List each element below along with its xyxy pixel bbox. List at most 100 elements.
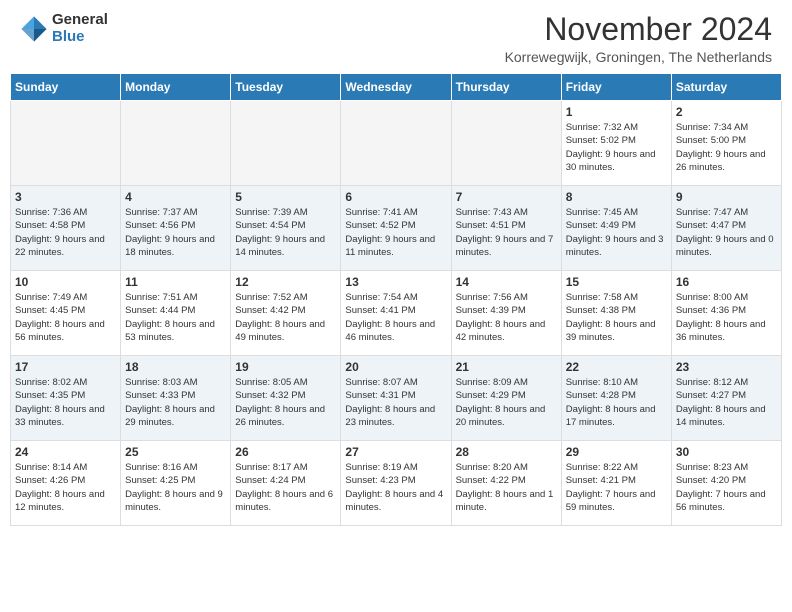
day-info: Sunrise: 7:47 AMSunset: 4:47 PMDaylight:… xyxy=(676,206,777,259)
calendar-cell: 8 Sunrise: 7:45 AMSunset: 4:49 PMDaylight… xyxy=(561,186,671,271)
day-number: 12 xyxy=(235,275,336,289)
calendar-cell: 19 Sunrise: 8:05 AMSunset: 4:32 PMDayligh… xyxy=(231,356,341,441)
calendar-cell: 6 Sunrise: 7:41 AMSunset: 4:52 PMDaylight… xyxy=(341,186,451,271)
day-number: 20 xyxy=(345,360,446,374)
day-info: Sunrise: 7:51 AMSunset: 4:44 PMDaylight:… xyxy=(125,291,226,344)
calendar-cell: 13 Sunrise: 7:54 AMSunset: 4:41 PMDayligh… xyxy=(341,271,451,356)
day-number: 15 xyxy=(566,275,667,289)
day-number: 9 xyxy=(676,190,777,204)
calendar-cell: 29Sunrise: 8:22 AMSunset: 4:21 PMDayligh… xyxy=(561,441,671,526)
logo-text: General Blue xyxy=(52,12,108,45)
day-info: Sunrise: 8:03 AMSunset: 4:33 PMDaylight:… xyxy=(125,376,226,429)
title-block: November 2024 Korrewegwijk, Groningen, T… xyxy=(505,12,772,65)
day-info: Sunrise: 7:58 AMSunset: 4:38 PMDaylight:… xyxy=(566,291,667,344)
day-info: Sunrise: 7:52 AMSunset: 4:42 PMDaylight:… xyxy=(235,291,336,344)
weekday-header-monday: Monday xyxy=(121,74,231,101)
day-info: Sunrise: 8:00 AMSunset: 4:36 PMDaylight:… xyxy=(676,291,777,344)
calendar-cell: 11 Sunrise: 7:51 AMSunset: 4:44 PMDayligh… xyxy=(121,271,231,356)
day-info: Sunrise: 7:32 AMSunset: 5:02 PMDaylight:… xyxy=(566,121,667,174)
calendar-cell xyxy=(231,101,341,186)
calendar-cell: 16 Sunrise: 8:00 AMSunset: 4:36 PMDayligh… xyxy=(671,271,781,356)
calendar-cell: 3 Sunrise: 7:36 AMSunset: 4:58 PMDaylight… xyxy=(11,186,121,271)
week-row-2: 3 Sunrise: 7:36 AMSunset: 4:58 PMDaylight… xyxy=(11,186,782,271)
calendar-cell: 21Sunrise: 8:09 AMSunset: 4:29 PMDayligh… xyxy=(451,356,561,441)
calendar-cell: 14 Sunrise: 7:56 AMSunset: 4:39 PMDayligh… xyxy=(451,271,561,356)
week-row-5: 24Sunrise: 8:14 AMSunset: 4:26 PMDayligh… xyxy=(11,441,782,526)
weekday-header-thursday: Thursday xyxy=(451,74,561,101)
day-number: 1 xyxy=(566,105,667,119)
day-info: Sunrise: 8:02 AMSunset: 4:35 PMDaylight:… xyxy=(15,376,116,429)
day-number: 4 xyxy=(125,190,226,204)
day-number: 14 xyxy=(456,275,557,289)
day-info: Sunrise: 7:56 AMSunset: 4:39 PMDaylight:… xyxy=(456,291,557,344)
day-info: Sunrise: 7:54 AMSunset: 4:41 PMDaylight:… xyxy=(345,291,446,344)
day-info: Sunrise: 7:45 AMSunset: 4:49 PMDaylight:… xyxy=(566,206,667,259)
day-number: 26 xyxy=(235,445,336,459)
day-number: 27 xyxy=(345,445,446,459)
week-row-1: 1 Sunrise: 7:32 AMSunset: 5:02 PMDaylight… xyxy=(11,101,782,186)
day-info: Sunrise: 7:37 AMSunset: 4:56 PMDaylight:… xyxy=(125,206,226,259)
calendar-cell: 5 Sunrise: 7:39 AMSunset: 4:54 PMDaylight… xyxy=(231,186,341,271)
calendar-cell: 20Sunrise: 8:07 AMSunset: 4:31 PMDayligh… xyxy=(341,356,451,441)
day-info: Sunrise: 7:39 AMSunset: 4:54 PMDaylight:… xyxy=(235,206,336,259)
day-number: 11 xyxy=(125,275,226,289)
calendar-cell: 7 Sunrise: 7:43 AMSunset: 4:51 PMDaylight… xyxy=(451,186,561,271)
day-number: 3 xyxy=(15,190,116,204)
day-info: Sunrise: 8:12 AMSunset: 4:27 PMDaylight:… xyxy=(676,376,777,429)
calendar-cell: 2 Sunrise: 7:34 AMSunset: 5:00 PMDaylight… xyxy=(671,101,781,186)
day-number: 7 xyxy=(456,190,557,204)
calendar-cell: 26 Sunrise: 8:17 AMSunset: 4:24 PMDayligh… xyxy=(231,441,341,526)
calendar-cell: 30Sunrise: 8:23 AMSunset: 4:20 PMDayligh… xyxy=(671,441,781,526)
day-number: 24 xyxy=(15,445,116,459)
day-info: Sunrise: 7:49 AMSunset: 4:45 PMDaylight:… xyxy=(15,291,116,344)
calendar-header: SundayMondayTuesdayWednesdayThursdayFrid… xyxy=(11,74,782,101)
day-number: 23 xyxy=(676,360,777,374)
weekday-header-sunday: Sunday xyxy=(11,74,121,101)
calendar-cell: 24Sunrise: 8:14 AMSunset: 4:26 PMDayligh… xyxy=(11,441,121,526)
calendar-cell: 12 Sunrise: 7:52 AMSunset: 4:42 PMDayligh… xyxy=(231,271,341,356)
day-number: 8 xyxy=(566,190,667,204)
calendar-cell: 18Sunrise: 8:03 AMSunset: 4:33 PMDayligh… xyxy=(121,356,231,441)
day-info: Sunrise: 7:41 AMSunset: 4:52 PMDaylight:… xyxy=(345,206,446,259)
calendar-cell xyxy=(121,101,231,186)
day-number: 13 xyxy=(345,275,446,289)
page-header: General Blue November 2024 Korrewegwijk,… xyxy=(0,0,792,73)
day-info: Sunrise: 7:34 AMSunset: 5:00 PMDaylight:… xyxy=(676,121,777,174)
week-row-3: 10 Sunrise: 7:49 AMSunset: 4:45 PMDayligh… xyxy=(11,271,782,356)
calendar-table: SundayMondayTuesdayWednesdayThursdayFrid… xyxy=(10,73,782,526)
day-info: Sunrise: 8:10 AMSunset: 4:28 PMDaylight:… xyxy=(566,376,667,429)
day-number: 5 xyxy=(235,190,336,204)
day-number: 19 xyxy=(235,360,336,374)
day-number: 21 xyxy=(456,360,557,374)
day-info: Sunrise: 7:43 AMSunset: 4:51 PMDaylight:… xyxy=(456,206,557,259)
calendar-cell xyxy=(341,101,451,186)
weekday-header-saturday: Saturday xyxy=(671,74,781,101)
day-number: 10 xyxy=(15,275,116,289)
calendar-cell: 15 Sunrise: 7:58 AMSunset: 4:38 PMDayligh… xyxy=(561,271,671,356)
month-title: November 2024 xyxy=(505,12,772,47)
calendar-cell: 25 Sunrise: 8:16 AMSunset: 4:25 PMDayligh… xyxy=(121,441,231,526)
week-row-4: 17Sunrise: 8:02 AMSunset: 4:35 PMDayligh… xyxy=(11,356,782,441)
day-number: 16 xyxy=(676,275,777,289)
day-info: Sunrise: 7:36 AMSunset: 4:58 PMDaylight:… xyxy=(15,206,116,259)
day-info: Sunrise: 8:16 AMSunset: 4:25 PMDaylight:… xyxy=(125,461,226,514)
day-number: 2 xyxy=(676,105,777,119)
logo: General Blue xyxy=(20,12,108,45)
calendar-cell: 22 Sunrise: 8:10 AMSunset: 4:28 PMDayligh… xyxy=(561,356,671,441)
location-subtitle: Korrewegwijk, Groningen, The Netherlands xyxy=(505,49,772,65)
day-number: 25 xyxy=(125,445,226,459)
logo-icon xyxy=(20,15,48,43)
weekday-header-friday: Friday xyxy=(561,74,671,101)
logo-blue-text: Blue xyxy=(52,29,108,46)
calendar-cell: 9 Sunrise: 7:47 AMSunset: 4:47 PMDaylight… xyxy=(671,186,781,271)
day-number: 30 xyxy=(676,445,777,459)
day-number: 22 xyxy=(566,360,667,374)
calendar-cell: 28Sunrise: 8:20 AMSunset: 4:22 PMDayligh… xyxy=(451,441,561,526)
logo-general-text: General xyxy=(52,12,108,29)
day-info: Sunrise: 8:05 AMSunset: 4:32 PMDaylight:… xyxy=(235,376,336,429)
calendar-cell xyxy=(451,101,561,186)
calendar-cell: 23 Sunrise: 8:12 AMSunset: 4:27 PMDayligh… xyxy=(671,356,781,441)
day-info: Sunrise: 8:17 AMSunset: 4:24 PMDaylight:… xyxy=(235,461,336,514)
calendar-cell: 4 Sunrise: 7:37 AMSunset: 4:56 PMDaylight… xyxy=(121,186,231,271)
day-number: 6 xyxy=(345,190,446,204)
